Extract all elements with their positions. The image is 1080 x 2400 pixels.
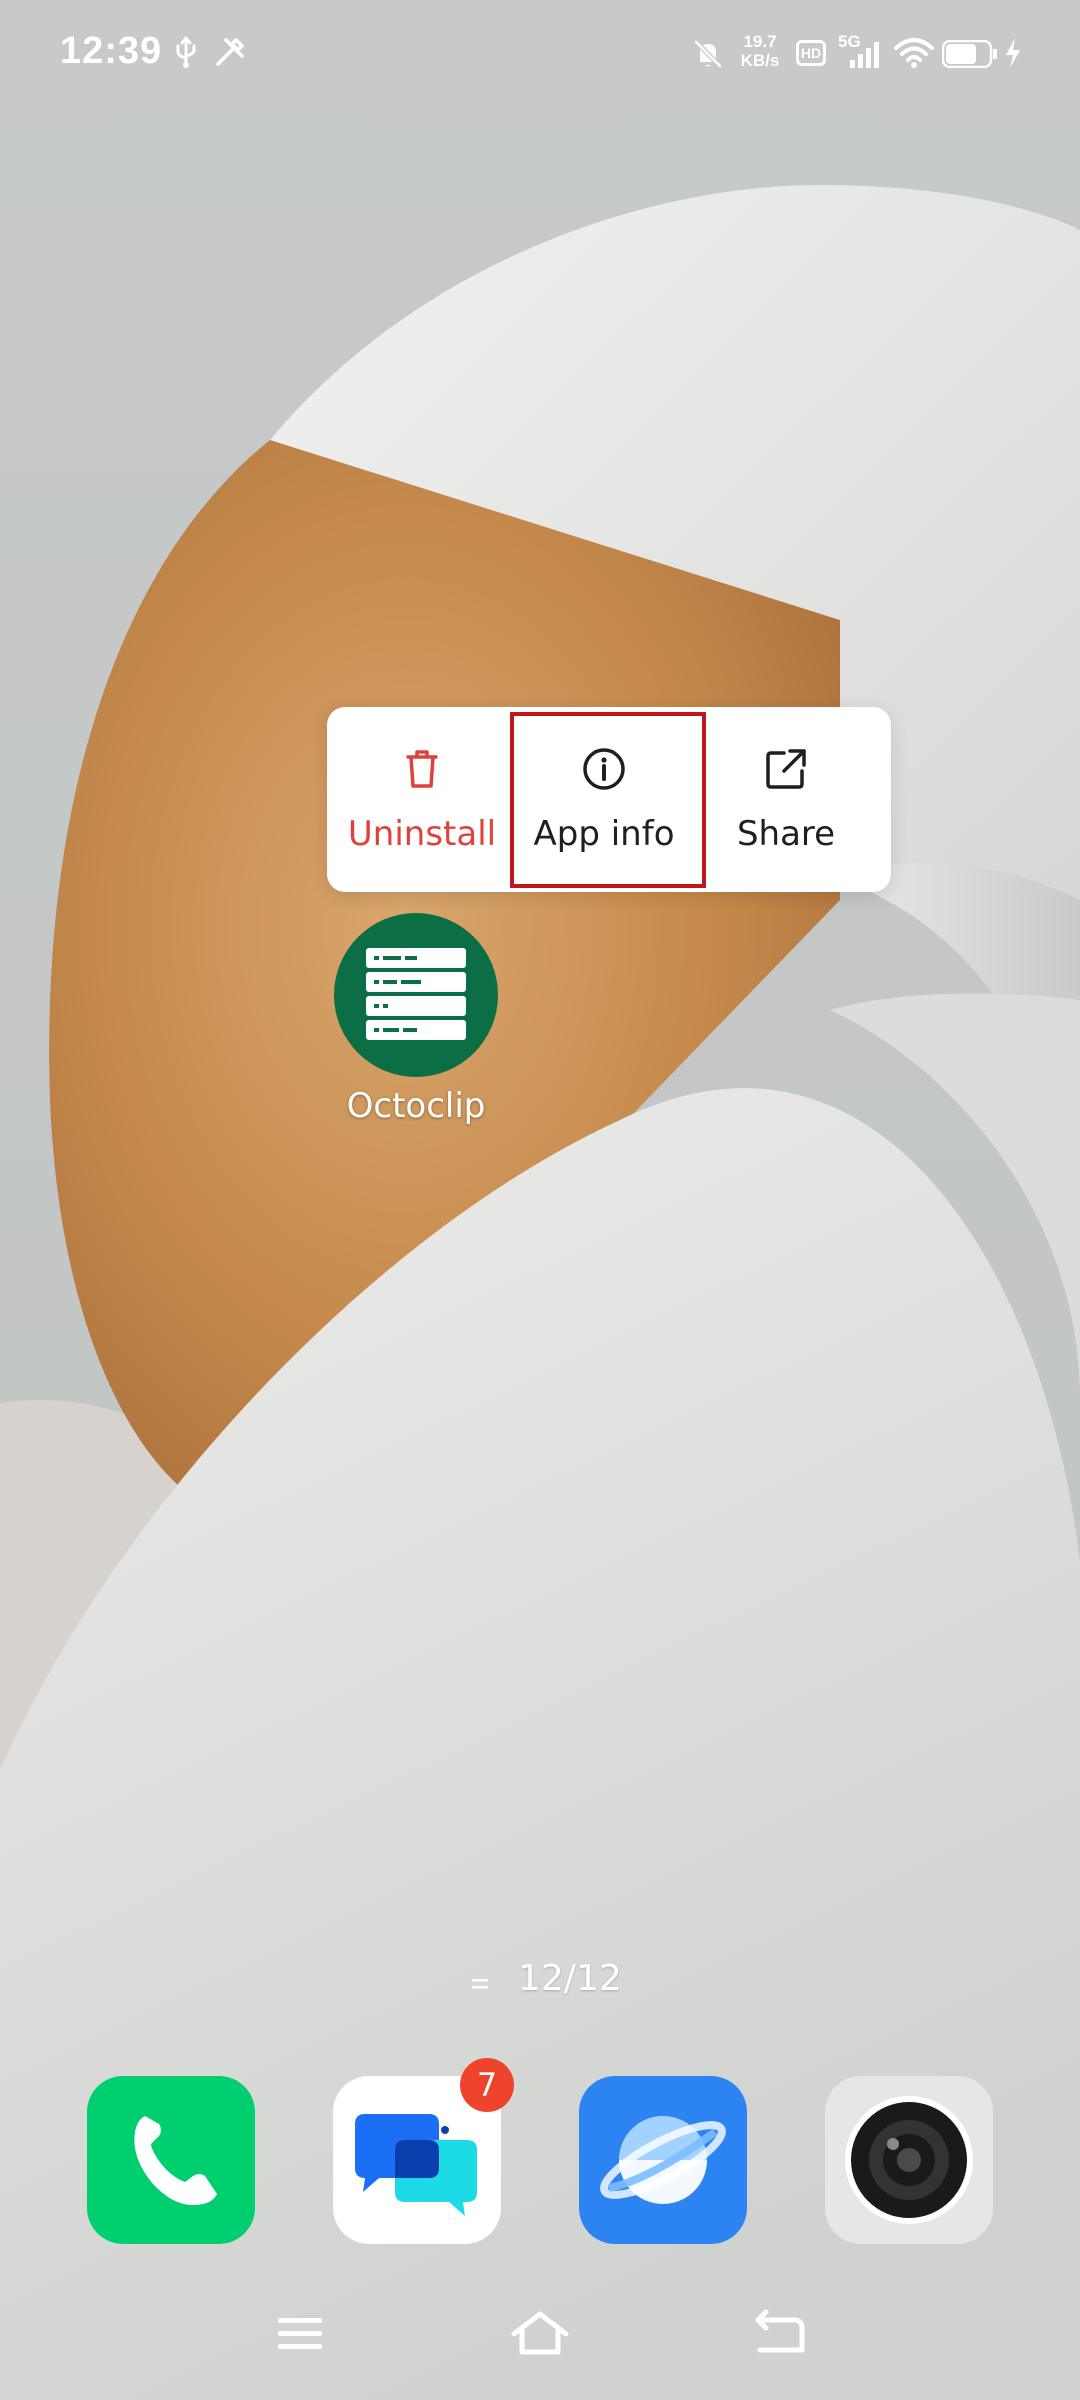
network-speed: 19.7 KB/s (734, 32, 786, 70)
share-button[interactable]: Share (695, 707, 877, 892)
phone-icon (134, 2116, 217, 2206)
wifi-icon (894, 38, 934, 68)
clock: 12:39 (60, 30, 163, 72)
home-icon[interactable] (508, 2306, 572, 2362)
network-type: 5G (838, 32, 861, 51)
back-icon[interactable] (748, 2306, 812, 2362)
bell-muted-icon (694, 40, 722, 68)
menu-icon[interactable] (268, 2306, 332, 2362)
trash-icon (406, 750, 438, 788)
share-label: Share (736, 814, 836, 854)
camera-icon (845, 2096, 973, 2224)
network-speed-unit: KB/s (740, 51, 780, 70)
page-lines-icon (472, 1979, 488, 1989)
browser-app-icon[interactable] (579, 2076, 747, 2244)
app-info-label: App info (533, 814, 675, 854)
app-context-menu: Uninstall App info Share (327, 707, 891, 892)
planet-icon (600, 2116, 726, 2204)
uninstall-button[interactable]: Uninstall (331, 707, 513, 892)
page-number: 12/12 (518, 1958, 622, 1999)
app-info-button[interactable]: App info (513, 707, 695, 892)
charging-icon (1006, 38, 1020, 68)
octoclip-app-label: Octoclip (346, 1086, 486, 1126)
hd-badge: HD (796, 40, 826, 66)
phone-app-icon[interactable] (87, 2076, 255, 2244)
page-indicator[interactable]: 12/12 (462, 1958, 642, 2008)
usb-icon (176, 36, 196, 68)
tools-icon (216, 38, 244, 66)
battery-icon (942, 40, 997, 68)
status-bar: 12:39 19.7 KB/s HD 5G (0, 0, 1080, 110)
server-list-icon (366, 948, 466, 1040)
octoclip-app-icon[interactable] (334, 913, 498, 1077)
info-icon (583, 748, 625, 790)
camera-app-icon[interactable] (825, 2076, 993, 2244)
unread-badge: 7 (460, 2058, 514, 2112)
wallpaper (0, 0, 1080, 2400)
share-icon (766, 749, 806, 789)
home-screen: 12:39 19.7 KB/s HD 5G Uninstall App info… (0, 0, 1080, 2400)
network-speed-value: 19.7 (743, 32, 777, 51)
uninstall-label: Uninstall (347, 814, 497, 854)
